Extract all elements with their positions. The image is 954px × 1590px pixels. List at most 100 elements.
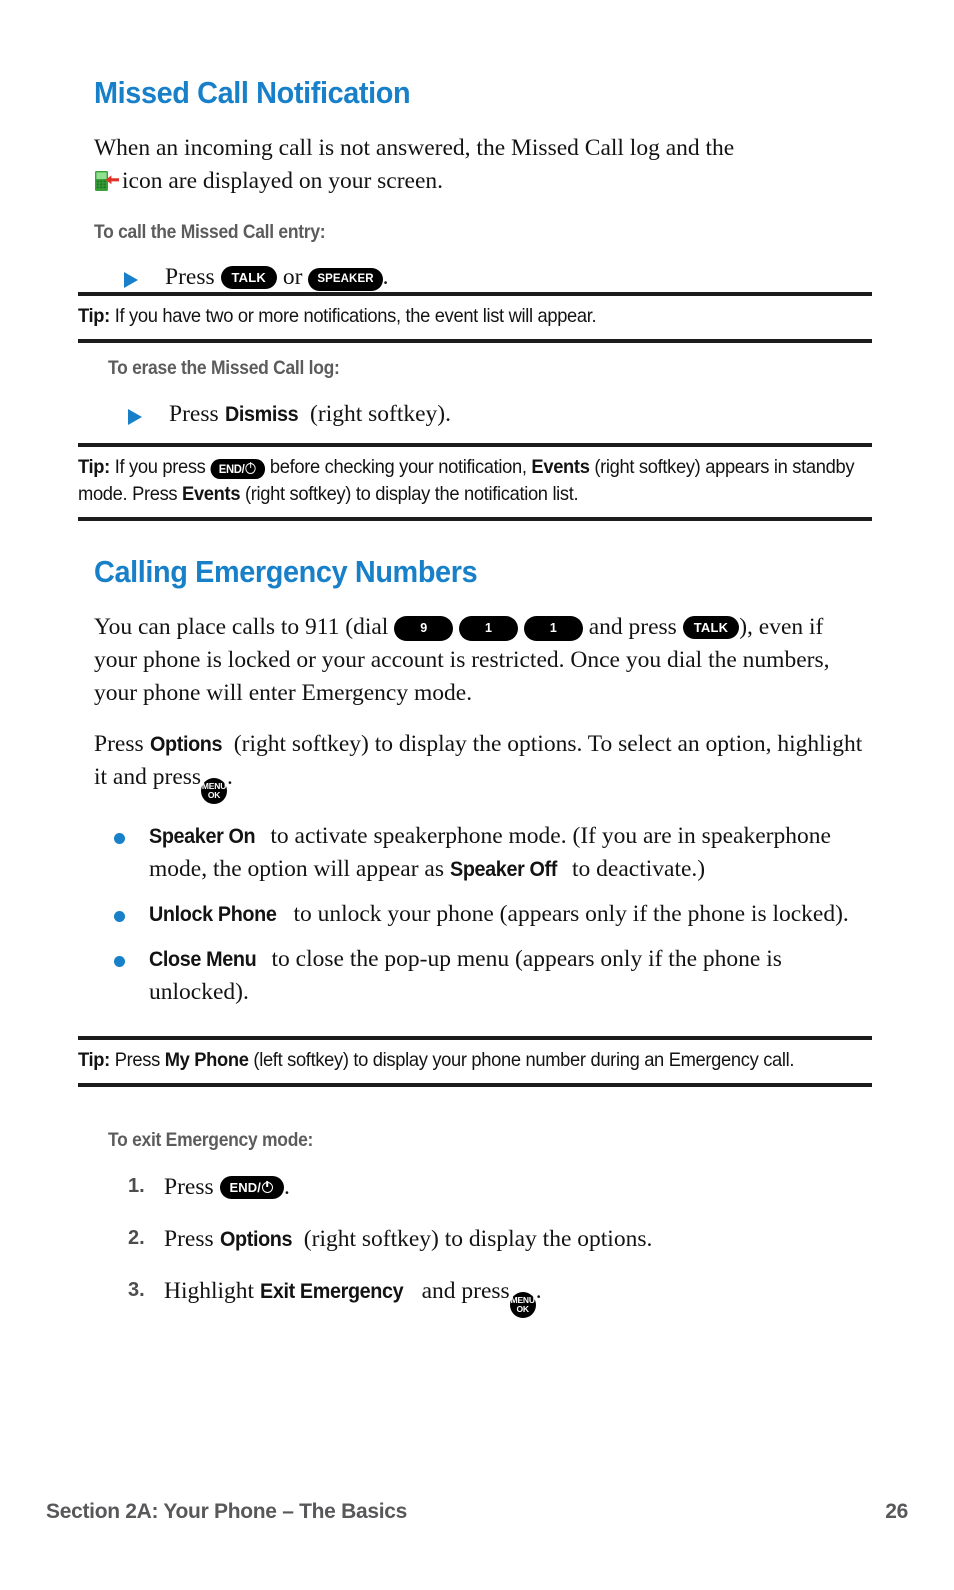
footer-page-number: 26 <box>885 1500 908 1523</box>
page-title-missed-call-notification: Missed Call Notification <box>94 75 411 110</box>
menu-key-bottom-label: OK <box>207 790 221 801</box>
tip-body: If you have two or more notifications, t… <box>114 305 597 327</box>
press-label: Press <box>164 1225 214 1252</box>
press-label: Press <box>94 731 144 758</box>
events-softkey-label-1: Events <box>531 456 590 478</box>
tip-body-b: before checking your notification, <box>269 456 527 478</box>
talk-key-icon: TALK <box>682 616 740 640</box>
list-item-body-2: to deactivate.) <box>572 856 706 883</box>
options-softkey-label: Options <box>219 1226 293 1251</box>
step-number: 1. <box>128 1174 145 1197</box>
my-phone-softkey-label: My Phone <box>164 1049 249 1071</box>
press-label: Press <box>165 263 215 290</box>
list-item-body-1: to unlock your phone (appears only if th… <box>293 901 849 928</box>
tip-text: Tip: If you press END/ before checking y… <box>78 454 872 508</box>
tip-text: Tip: Press My Phone (left softkey) to di… <box>78 1047 872 1074</box>
close-menu-option-label: Close Menu <box>149 947 257 972</box>
tip-body-d: (right softkey) to display the notificat… <box>244 483 579 505</box>
highlight-label: Highlight <box>164 1277 255 1304</box>
tip-body-a: Press <box>114 1049 161 1071</box>
period-label: . <box>382 263 389 290</box>
step-body: (right softkey) to display the options. <box>303 1225 653 1252</box>
menu-key-bottom-label: OK <box>516 1303 530 1314</box>
tip-body-a: If you press <box>114 456 206 478</box>
list-item-text: Speaker On to activate speakerphone mode… <box>149 820 864 886</box>
softkey-hint: (right softkey). <box>310 400 452 427</box>
step-text: Press Options (right softkey) to display… <box>164 1223 652 1256</box>
step-tail: . <box>535 1277 542 1304</box>
press-label: Press <box>164 1173 214 1200</box>
page-footer: Section 2A: Your Phone – The Basics 26 <box>46 1500 908 1524</box>
round-bullet-icon <box>114 911 125 923</box>
intro-paragraph: When an incoming call is not answered, t… <box>94 132 834 198</box>
section-calling-emergency-numbers: Calling Emergency Numbers You can place … <box>94 554 876 1009</box>
instruction-text: Press TALK or SPEAKER. <box>165 261 389 294</box>
options-text-c: . <box>227 764 233 791</box>
speaker-key-icon: SPEAKER <box>308 268 383 291</box>
section-missed-call-notification: Missed Call Notification When an incomin… <box>94 75 874 294</box>
footer-section-label: Section 2A: Your Phone – The Basics <box>46 1500 407 1523</box>
missed-call-icon <box>94 169 120 192</box>
tip-text: Tip: If you have two or more notificatio… <box>78 303 872 330</box>
emergency-options-list: Speaker On to activate speakerphone mode… <box>114 820 876 1009</box>
end-power-key-icon: END/ <box>210 459 266 479</box>
emergency-text-b: and press <box>588 614 677 641</box>
subheading-to-erase-missed-call-log: To erase the Missed Call log: <box>108 358 340 379</box>
tip-label: Tip: <box>78 456 110 478</box>
emergency-intro-paragraph: You can place calls to 911 (dial 9 1 1 a… <box>94 611 864 710</box>
options-softkey-label: Options <box>149 732 223 757</box>
digit-9-key-icon: 9 <box>394 616 454 641</box>
tip-block-event-list: Tip: If you have two or more notificatio… <box>78 292 872 343</box>
end-key-label: END/ <box>229 1179 261 1195</box>
triangle-bullet-icon <box>128 408 142 425</box>
list-item: Close Menu to close the pop-up menu (app… <box>114 943 876 1009</box>
step-text: Highlight Exit Emergency and press MENU OK… <box>164 1275 542 1318</box>
triangle-bullet-icon <box>124 271 138 288</box>
exit-emergency-group: To exit Emergency mode: 1. Press END/. 2… <box>108 1130 878 1318</box>
round-bullet-icon <box>114 956 125 968</box>
menu-ok-key-icon: MENU OK <box>201 778 228 805</box>
list-item: Unlock Phone to unlock your phone (appea… <box>114 898 876 931</box>
unlock-phone-option-label: Unlock Phone <box>149 902 277 927</box>
digit-1-key-icon-first: 1 <box>459 616 518 641</box>
exit-steps-list: 1. Press END/. 2. Press Options (right s… <box>128 1171 878 1318</box>
list-item-text: Unlock Phone to unlock your phone (appea… <box>149 898 876 931</box>
erase-missed-call-group: To erase the Missed Call log: Press Dism… <box>108 358 878 431</box>
subheading-to-exit-emergency-mode: To exit Emergency mode: <box>108 1130 314 1151</box>
press-label: Press <box>169 400 219 427</box>
step-body: and press <box>421 1277 510 1304</box>
step-tail: . <box>283 1173 290 1200</box>
step-number: 2. <box>128 1226 145 1249</box>
intro-text-line1: When an incoming call is not answered, t… <box>94 135 735 162</box>
power-symbol-icon <box>261 1181 274 1194</box>
end-key-label: END/ <box>218 462 245 476</box>
events-softkey-label-2: Events <box>182 483 241 505</box>
or-label: or <box>282 263 303 290</box>
tip-body-b: (left softkey) to display your phone num… <box>253 1049 795 1071</box>
list-item-text: Close Menu to close the pop-up menu (app… <box>149 943 876 1009</box>
menu-ok-key-icon: MENU OK <box>509 1291 536 1318</box>
speaker-off-option-label: Speaker Off <box>449 857 557 882</box>
page-title-calling-emergency-numbers: Calling Emergency Numbers <box>94 554 478 589</box>
exit-emergency-option-label: Exit Emergency <box>259 1278 404 1303</box>
digit-1-key-icon-second: 1 <box>523 616 583 641</box>
instruction-press-dismiss: Press Dismiss (right softkey). <box>128 398 878 431</box>
tip-block-my-phone: Tip: Press My Phone (left softkey) to di… <box>78 1036 872 1087</box>
subheading-to-call-missed-call-entry: To call the Missed Call entry: <box>94 222 326 244</box>
end-power-key-icon: END/ <box>219 1175 284 1199</box>
intro-text-line2: icon are displayed on your screen. <box>122 168 444 195</box>
tip-block-events-softkey: Tip: If you press END/ before checking y… <box>78 443 872 521</box>
options-paragraph: Press Options (right softkey) to display… <box>94 728 866 805</box>
list-item: Speaker On to activate speakerphone mode… <box>114 820 876 886</box>
step-number: 3. <box>128 1278 145 1301</box>
instruction-press-talk-or-speaker: Press TALK or SPEAKER. <box>124 261 874 294</box>
speaker-on-option-label: Speaker On <box>149 824 256 849</box>
list-item: 2. Press Options (right softkey) to disp… <box>128 1223 878 1256</box>
emergency-text-a: You can place calls to 911 (dial <box>94 614 389 641</box>
round-bullet-icon <box>114 833 125 845</box>
list-item: 1. Press END/. <box>128 1171 878 1204</box>
list-item: 3. Highlight Exit Emergency and press MEN… <box>128 1275 878 1318</box>
instruction-text: Press Dismiss (right softkey). <box>169 398 451 431</box>
talk-key-icon: TALK <box>220 265 277 289</box>
manual-page: Missed Call Notification When an incomin… <box>0 0 954 1590</box>
